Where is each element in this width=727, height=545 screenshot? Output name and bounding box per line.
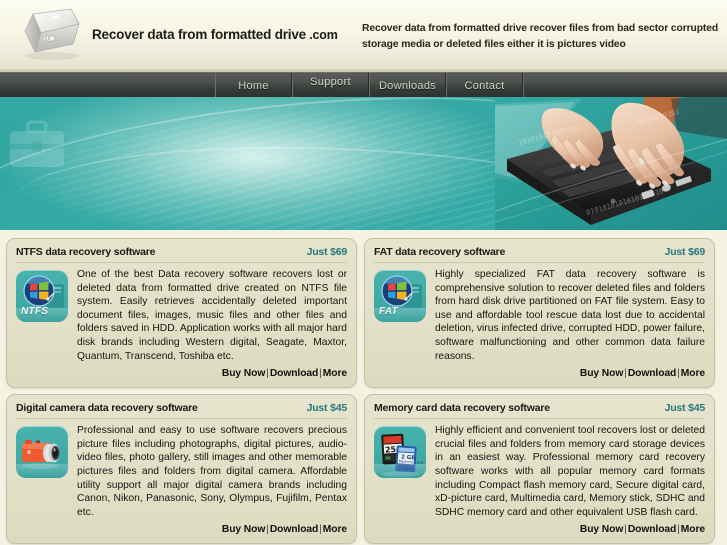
windows-ntfs-icon: NTFS: [16, 270, 68, 322]
card-header: Memory card data recovery software Just …: [374, 402, 706, 420]
brand-title: Recover data from formatted drive .com: [92, 27, 338, 42]
briefcase-icon: [10, 120, 64, 167]
brand-tld: .com: [305, 28, 338, 42]
product-title: NTFS data recovery software: [16, 246, 156, 258]
hero-banner: 101010101010101 0101010101010101010 1010…: [0, 97, 727, 230]
product-card-memory-card[interactable]: Memory card data recovery software Just …: [364, 394, 715, 545]
product-price: Just $69: [306, 246, 348, 258]
icon-reflection: [374, 464, 426, 479]
product-title: FAT data recovery software: [374, 246, 506, 258]
product-grid-section: NTFS data recovery software Just $69 One…: [0, 230, 727, 545]
product-actions: Buy Now|Download|More: [374, 524, 705, 535]
product-price: Just $45: [306, 402, 348, 415]
buy-now-link[interactable]: Buy Now: [580, 368, 623, 379]
product-actions: Buy Now|Download|More: [16, 524, 347, 535]
header-tagline: Recover data from formatted drive recove…: [362, 23, 719, 50]
product-title: Memory card data recovery software: [374, 402, 550, 415]
card-header: FAT data recovery software Just $69: [374, 246, 705, 263]
card-body: FAT Highly specialized FAT data recovery…: [374, 268, 705, 363]
product-price: Just $45: [664, 402, 706, 415]
product-description: One of the best Data recovery software r…: [77, 269, 347, 362]
product-grid: NTFS data recovery software Just $69 One…: [6, 238, 721, 545]
buy-now-link[interactable]: Buy Now: [222, 368, 265, 379]
download-link[interactable]: Download: [628, 524, 677, 535]
external-hard-drive-icon: [24, 8, 80, 60]
memory-card-icon: 256 2 GB Memory Card: [374, 426, 426, 479]
digital-camera-icon: [16, 426, 68, 479]
buy-now-link[interactable]: Buy Now: [580, 524, 623, 535]
more-link[interactable]: More: [323, 368, 347, 379]
more-link[interactable]: More: [681, 368, 705, 379]
product-description: Highly specialized FAT data recovery sof…: [435, 269, 705, 362]
nav-item-contact[interactable]: Contact: [446, 73, 523, 98]
download-link[interactable]: Download: [270, 524, 319, 535]
card-body: NTFS One of the best Data recovery softw…: [16, 268, 347, 363]
nav-item-support[interactable]: Support: [292, 73, 369, 98]
brand-name: Recover data from formatted drive: [92, 27, 306, 42]
download-link[interactable]: Download: [628, 368, 677, 379]
more-link[interactable]: More: [323, 524, 347, 535]
product-title: Digital camera data recovery software: [16, 402, 198, 415]
nav-item-downloads[interactable]: Downloads: [369, 73, 446, 98]
more-link[interactable]: More: [681, 524, 705, 535]
main-navigation: Home Support Downloads Contact: [0, 72, 727, 98]
hands-typing-on-laptop-photo: 101010101010101 0101010101010101010 1010…: [495, 97, 727, 230]
icon-reflection: [16, 308, 68, 322]
icon-reflection: [16, 464, 68, 479]
product-card-digital-camera[interactable]: Digital camera data recovery software Ju…: [6, 394, 357, 545]
site-header: Recover data from formatted drive .com R…: [0, 0, 727, 72]
icon-reflection: [374, 308, 426, 322]
product-card-ntfs[interactable]: NTFS data recovery software Just $69 One…: [6, 238, 357, 389]
nav-label: Downloads: [378, 79, 437, 92]
nav-label: Home: [238, 79, 269, 92]
nav-filler: [523, 73, 727, 98]
product-description: Professional and easy to use software re…: [77, 425, 347, 518]
buy-now-link[interactable]: Buy Now: [222, 524, 265, 535]
product-description: Highly efficient and convenient tool rec…: [435, 425, 705, 518]
product-actions: Buy Now|Download|More: [374, 368, 705, 379]
nav-label: Contact: [464, 79, 505, 92]
download-link[interactable]: Download: [270, 368, 319, 379]
card-body: 256 2 GB Memory Card Highly efficient an…: [374, 424, 705, 519]
product-actions: Buy Now|Download|More: [16, 368, 347, 379]
product-card-fat[interactable]: FAT data recovery software Just $69 High…: [364, 238, 715, 389]
windows-fat-icon: FAT: [374, 270, 426, 322]
card-header: NTFS data recovery software Just $69: [16, 246, 347, 263]
nav-label: Support: [310, 76, 351, 88]
nav-item-home[interactable]: Home: [215, 73, 292, 98]
product-price: Just $69: [664, 246, 706, 258]
card-body: Professional and easy to use software re…: [16, 424, 347, 519]
card-header: Digital camera data recovery software Ju…: [16, 402, 348, 420]
